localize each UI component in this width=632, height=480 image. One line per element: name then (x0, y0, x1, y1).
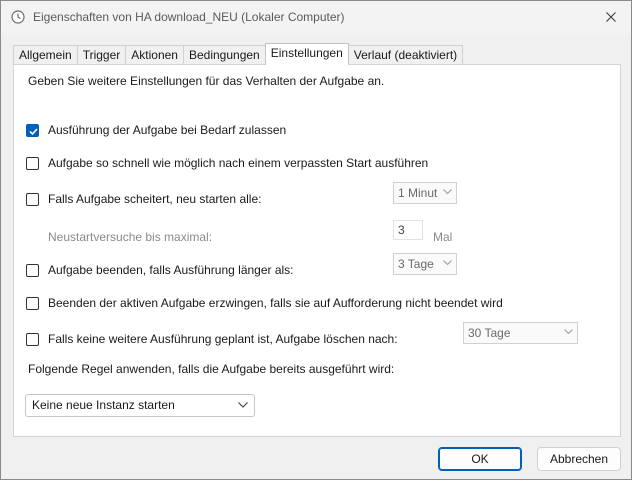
stop-after-select[interactable]: 3 Tage (393, 253, 457, 275)
rule-label: Folgende Regel anwenden, falls die Aufga… (28, 362, 395, 376)
close-icon (606, 12, 616, 22)
option-label: Ausführung der Aufgabe bei Bedarf zulass… (48, 123, 287, 137)
stop-after-value: 3 Tage (398, 257, 434, 271)
tab-einstellungen[interactable]: Einstellungen (264, 43, 349, 65)
retry-unit: Mal (433, 230, 453, 244)
option-allow-on-demand[interactable]: Ausführung der Aufgabe bei Bedarf zulass… (26, 123, 286, 137)
chevron-down-icon (443, 189, 452, 195)
settings-intro: Geben Sie weitere Einstellungen für das … (28, 74, 385, 88)
option-label: Aufgabe beenden, falls Ausführung länger… (48, 263, 294, 277)
tab-verlauf[interactable]: Verlauf (deaktiviert) (347, 45, 464, 64)
tab-aktionen[interactable]: Aktionen (125, 45, 184, 64)
option-restart-on-fail[interactable]: Falls Aufgabe scheitert, neu starten all… (26, 192, 261, 206)
task-scheduler-icon (11, 10, 25, 24)
option-delete-after[interactable]: Falls keine weitere Ausführung geplant i… (26, 332, 398, 346)
option-label: Beenden der aktiven Aufgabe erzwingen, f… (48, 296, 503, 310)
option-label: Falls Aufgabe scheitert, neu starten all… (48, 192, 262, 206)
chevron-down-icon (564, 329, 573, 335)
ok-button[interactable]: OK (438, 447, 522, 471)
option-label: Falls keine weitere Ausführung geplant i… (48, 332, 398, 346)
option-stop-long-running[interactable]: Aufgabe beenden, falls Ausführung länger… (26, 263, 294, 277)
properties-dialog: Eigenschaften von HA download_NEU (Lokal… (0, 0, 632, 480)
window-title: Eigenschaften von HA download_NEU (Lokal… (33, 10, 345, 24)
chevron-down-icon (238, 402, 248, 408)
tab-allgemein[interactable]: Allgemein (13, 45, 78, 64)
checkbox-delete-after[interactable] (26, 332, 39, 346)
close-button[interactable] (599, 5, 623, 29)
option-label: Aufgabe so schnell wie möglich nach eine… (48, 156, 429, 170)
checkbox-restart-on-fail[interactable] (26, 192, 39, 206)
retry-unit-row: Mal (433, 230, 452, 244)
title-bar: Eigenschaften von HA download_NEU (Lokal… (1, 1, 631, 33)
checkmark-icon (29, 127, 38, 135)
checkbox-run-missed-start[interactable] (26, 156, 39, 170)
rule-select-value: Keine neue Instanz starten (32, 398, 175, 412)
retry-count-input[interactable]: 3 (393, 220, 423, 240)
tab-trigger[interactable]: Trigger (76, 45, 127, 64)
rule-select[interactable]: Keine neue Instanz starten (25, 394, 255, 417)
retry-row: Neustartversuche bis maximal: (48, 230, 212, 244)
delete-after-value: 30 Tage (468, 326, 511, 340)
rule-label-row: Folgende Regel anwenden, falls die Aufga… (28, 362, 394, 376)
settings-panel: Geben Sie weitere Einstellungen für das … (13, 64, 621, 437)
chevron-down-icon (443, 260, 452, 266)
delete-after-select[interactable]: 30 Tage (463, 322, 578, 344)
checkbox-stop-long-running[interactable] (26, 263, 39, 277)
option-run-missed-start[interactable]: Aufgabe so schnell wie möglich nach eine… (26, 156, 428, 170)
restart-interval-value: 1 Minut (398, 186, 438, 200)
restart-interval-select[interactable]: 1 Minut (393, 182, 457, 204)
option-force-stop[interactable]: Beenden der aktiven Aufgabe erzwingen, f… (26, 296, 503, 310)
checkbox-force-stop[interactable] (26, 296, 39, 310)
tab-strip: Allgemein Trigger Aktionen Bedingungen E… (13, 43, 464, 65)
cancel-button[interactable]: Abbrechen (537, 447, 621, 471)
checkbox-allow-on-demand[interactable] (26, 123, 39, 137)
tab-bedingungen[interactable]: Bedingungen (182, 45, 266, 64)
retry-label: Neustartversuche bis maximal: (48, 230, 213, 244)
